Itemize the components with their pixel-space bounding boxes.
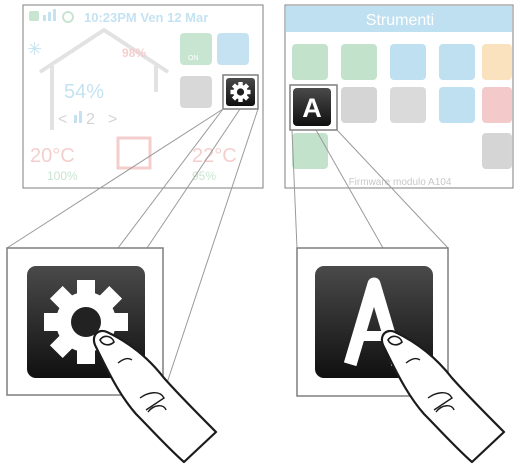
off-timer-icon: [439, 44, 475, 80]
humidity-top-text: 98%: [122, 46, 146, 60]
screen-title: Strumenti: [366, 12, 434, 29]
level-text: 2: [86, 111, 95, 128]
droplet-icon: [390, 44, 426, 80]
signal-icon: [43, 15, 46, 21]
font-a-icon-small: A: [302, 93, 322, 123]
chevron-left-icon: <: [58, 111, 67, 128]
right-device-screen: Strumenti Firmware modulo A104 A: [284, 4, 514, 189]
chevron-right-icon: >: [108, 111, 117, 128]
temp-left-sub: 100%: [47, 169, 78, 183]
night-icon: [439, 87, 475, 123]
hourglass-icon: [292, 133, 328, 169]
calendar-icon: [341, 44, 377, 80]
footer-text: Firmware modulo A104: [349, 177, 452, 188]
thermometer-icon: [217, 33, 249, 65]
power-label: ON: [188, 55, 199, 62]
schedule-icon: [482, 44, 512, 80]
cleaning-icon: [482, 87, 512, 123]
blank-icon: [341, 87, 377, 123]
exit-icon: [482, 133, 512, 169]
status-icon: [29, 11, 39, 21]
pencil-icon: [390, 87, 426, 123]
snowflake-icon: ✳: [27, 39, 42, 59]
info-icon: [180, 76, 212, 108]
clock-text: 10:23PM Ven 12 Mar: [84, 10, 208, 25]
gear-icon: [230, 82, 251, 102]
temp-right-text: 22°C: [192, 145, 237, 167]
illustration-root: 10:23PM Ven 12 Mar ✳ 98% 54% < 2 > ON 20…: [0, 0, 518, 472]
clock-icon: [292, 44, 328, 80]
humidity-text: 54%: [64, 81, 104, 103]
diagram-canvas: 10:23PM Ven 12 Mar ✳ 98% 54% < 2 > ON 20…: [6, 4, 514, 464]
temp-left-text: 20°C: [30, 145, 75, 167]
